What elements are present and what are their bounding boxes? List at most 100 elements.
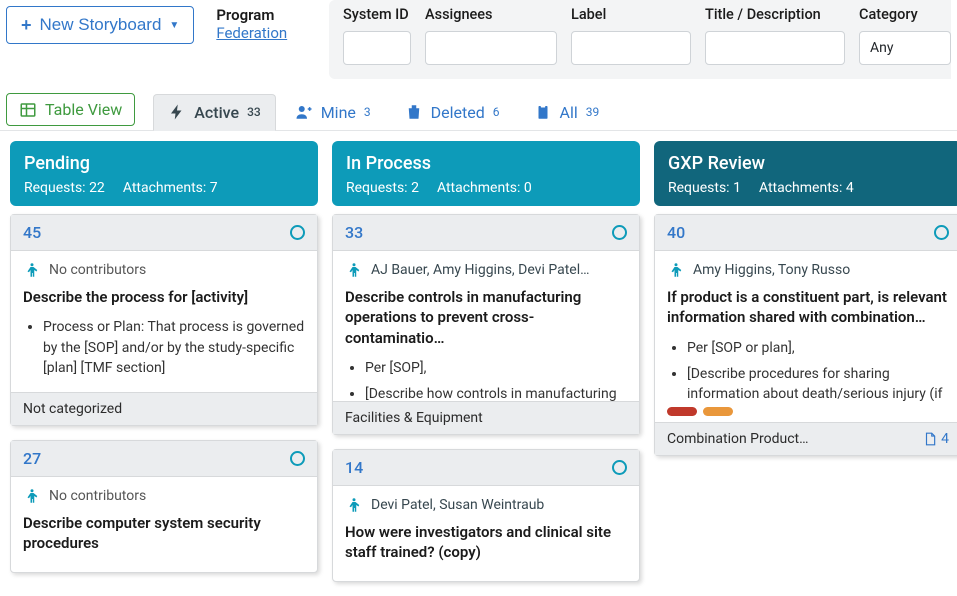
card-title: How were investigators and clinical site…	[345, 522, 627, 563]
column-title: GXP Review	[668, 153, 948, 174]
category-select[interactable]: Any	[859, 31, 951, 65]
card-bullet: Per [SOP or plan],	[687, 338, 949, 358]
tab-mine-label: Mine	[321, 103, 356, 122]
column-header-pending[interactable]: Pending Requests: 22 Attachments: 7	[10, 141, 318, 206]
attachments-count: Attachments: 4	[759, 180, 854, 196]
plus-icon: +	[21, 16, 32, 34]
card-category: Not categorized	[23, 401, 122, 417]
view-tabs: Table View Active 33 Mine 3 Deleted 6 Al…	[0, 79, 957, 131]
system-id-input[interactable]	[343, 31, 411, 65]
tab-all-label: All	[560, 103, 578, 122]
requests-count: Requests: 22	[24, 180, 105, 196]
status-icon	[290, 451, 305, 466]
card-title: Describe the process for [activity]	[23, 287, 305, 307]
category-value: Any	[870, 40, 894, 56]
card-bullet: [Describe procedures for sharing informa…	[687, 364, 949, 401]
card[interactable]: 40 Amy Higgins, Tony Russo If product is…	[654, 214, 957, 456]
card[interactable]: 45 No contributors Describe the process …	[10, 214, 318, 426]
attachment-indicator[interactable]: 4	[923, 431, 949, 447]
column-header-in-process[interactable]: In Process Requests: 2 Attachments: 0	[332, 141, 640, 206]
column-header-gxp[interactable]: GXP Review Requests: 1 Attachments: 4	[654, 141, 957, 206]
label-filter-label: Label	[571, 6, 691, 23]
card-category: Combination Product…	[667, 431, 808, 447]
table-view-label: Table View	[45, 100, 122, 119]
column-title: Pending	[24, 153, 304, 174]
status-icon	[290, 225, 305, 240]
card-bullets: Per [SOP or plan], [Describe procedures …	[667, 338, 949, 402]
new-storyboard-button[interactable]: + New Storyboard ▼	[6, 6, 194, 44]
tab-deleted[interactable]: Deleted 6	[390, 94, 515, 131]
card-title: If product is a constituent part, is rel…	[667, 287, 949, 328]
bolt-icon	[168, 103, 186, 121]
clipboard-icon	[534, 103, 552, 121]
contributors-icon	[23, 487, 41, 505]
column-gxp-review: GXP Review Requests: 1 Attachments: 4 40…	[654, 141, 957, 596]
card[interactable]: 27 No contributors Describe computer sys…	[10, 440, 318, 573]
card-bullet: [Describe how controls in manufacturing …	[365, 384, 627, 401]
kanban-board: Pending Requests: 22 Attachments: 7 45 N…	[0, 131, 957, 596]
program-link[interactable]: Federation	[216, 24, 287, 42]
label-input[interactable]	[571, 31, 691, 65]
status-icon	[612, 225, 627, 240]
assignees-label: Assignees	[425, 6, 557, 23]
card-id[interactable]: 27	[23, 449, 41, 468]
card-id[interactable]: 14	[345, 458, 363, 477]
card-bullet: Per [SOP],	[365, 358, 627, 378]
program-label: Program	[216, 6, 287, 24]
card-category: Facilities & Equipment	[345, 410, 483, 426]
caret-down-icon: ▼	[169, 20, 179, 31]
contributors-icon	[345, 496, 363, 514]
tab-all[interactable]: All 39	[519, 94, 615, 131]
tab-active-label: Active	[194, 103, 239, 122]
status-icon	[934, 225, 949, 240]
tab-all-count: 39	[586, 105, 600, 119]
program-block: Program Federation	[216, 0, 287, 42]
table-view-button[interactable]: Table View	[6, 93, 135, 126]
column-pending: Pending Requests: 22 Attachments: 7 45 N…	[10, 141, 318, 596]
status-icon	[612, 460, 627, 475]
contributors-text: Devi Patel, Susan Weintraub	[371, 497, 544, 513]
card-id[interactable]: 33	[345, 223, 363, 242]
card[interactable]: 14 Devi Patel, Susan Weintraub How were …	[332, 449, 640, 582]
card-title: Describe controls in manufacturing opera…	[345, 287, 627, 348]
system-id-label: System ID	[343, 6, 411, 23]
card-id[interactable]: 45	[23, 223, 41, 242]
column-in-process: In Process Requests: 2 Attachments: 0 33…	[332, 141, 640, 596]
tab-active-count: 33	[247, 105, 261, 119]
attachments-count: Attachments: 0	[437, 180, 532, 196]
title-filter-label: Title / Description	[705, 6, 845, 23]
contributors-text: No contributors	[49, 262, 146, 278]
user-icon	[295, 103, 313, 121]
contributors-icon	[345, 261, 363, 279]
card-bullet: Process or Plan: That process is governe…	[43, 317, 305, 378]
contributors-text: Amy Higgins, Tony Russo	[693, 262, 850, 278]
card-bullets: Process or Plan: That process is governe…	[23, 317, 305, 378]
label-pill-orange[interactable]	[703, 407, 733, 416]
label-pill-red[interactable]	[667, 407, 697, 416]
column-title: In Process	[346, 153, 626, 174]
tab-active[interactable]: Active 33	[153, 94, 275, 131]
contributors-icon	[23, 261, 41, 279]
tab-deleted-count: 6	[493, 105, 500, 119]
category-filter-label: Category	[859, 6, 951, 23]
requests-count: Requests: 1	[668, 180, 741, 196]
card-bullets: Per [SOP], [Describe how controls in man…	[345, 358, 627, 401]
attachment-count: 4	[941, 431, 949, 447]
card-id[interactable]: 40	[667, 223, 685, 242]
tab-mine[interactable]: Mine 3	[280, 94, 386, 131]
file-icon	[923, 431, 937, 447]
card-title: Describe computer system security proced…	[23, 513, 305, 554]
assignees-input[interactable]	[425, 31, 557, 65]
attachments-count: Attachments: 7	[123, 180, 218, 196]
contributors-icon	[667, 261, 685, 279]
label-row	[655, 401, 957, 422]
contributors-text: No contributors	[49, 488, 146, 504]
filter-bar: System ID Assignees Label Title / Descri…	[329, 0, 951, 79]
new-storyboard-label: New Storyboard	[40, 15, 162, 35]
trash-icon	[405, 103, 423, 121]
title-input[interactable]	[705, 31, 845, 65]
contributors-text: AJ Bauer, Amy Higgins, Devi Patel, Bridg…	[371, 262, 591, 278]
tab-deleted-label: Deleted	[431, 103, 485, 122]
card[interactable]: 33 AJ Bauer, Amy Higgins, Devi Patel, Br…	[332, 214, 640, 435]
tab-mine-count: 3	[364, 105, 371, 119]
